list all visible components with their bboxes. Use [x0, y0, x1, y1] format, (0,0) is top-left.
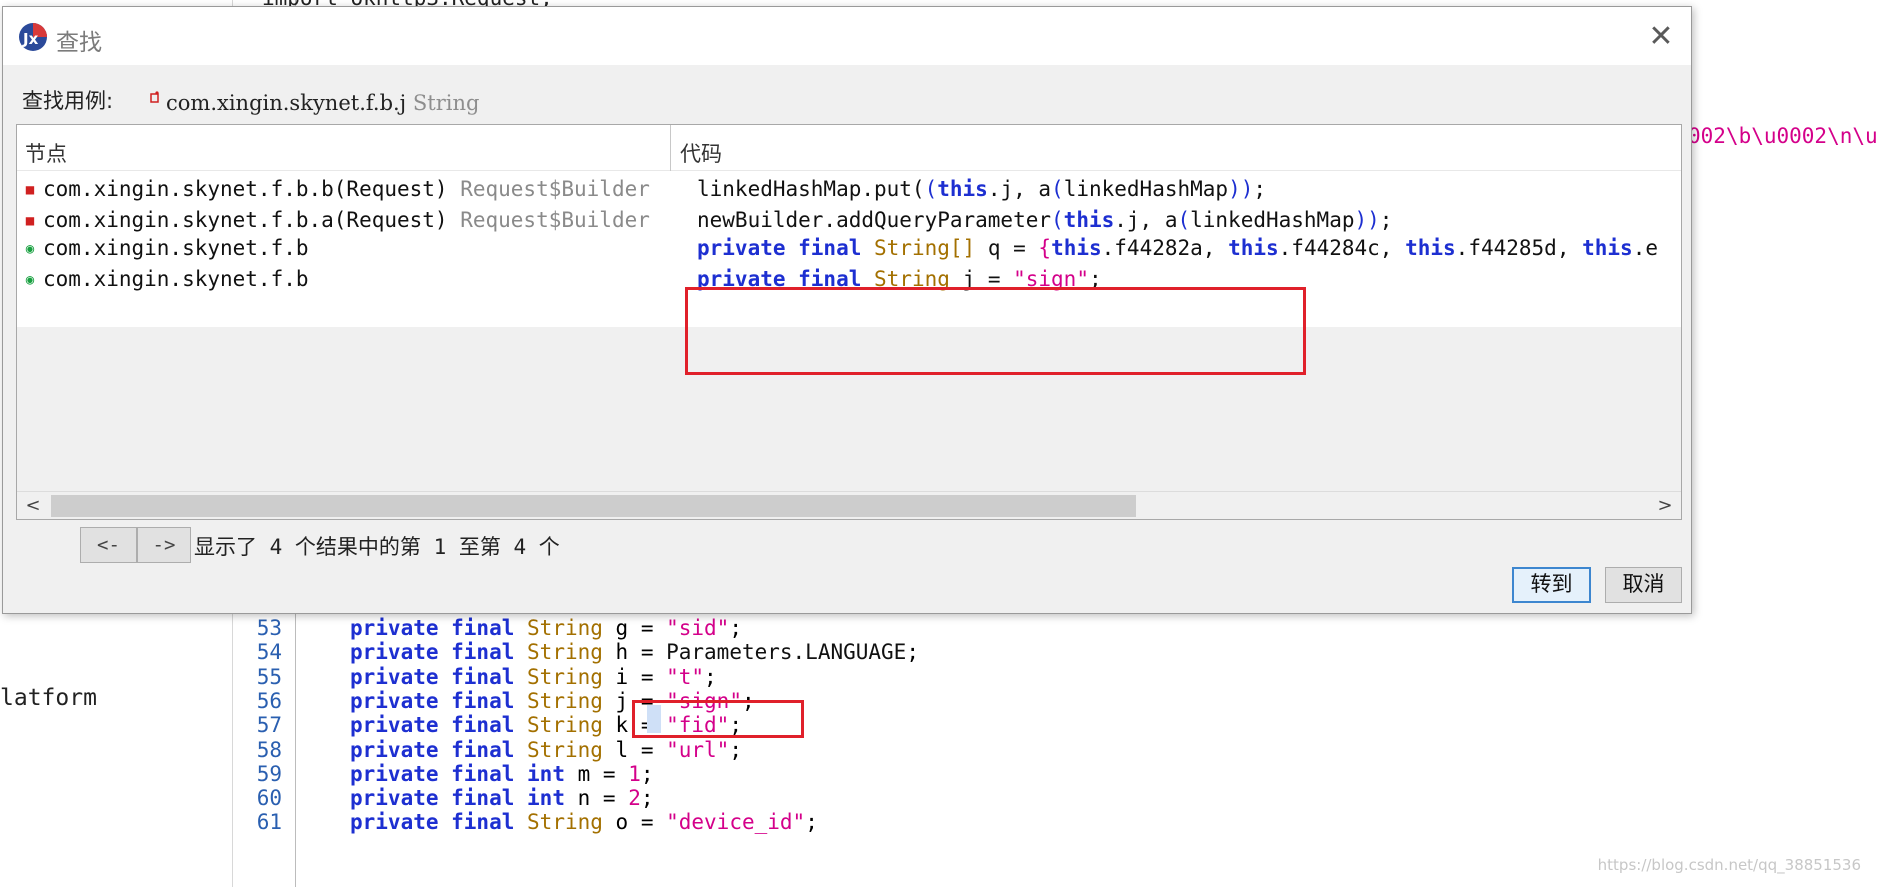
result-node: ◉ com.xingin.skynet.f.b: [21, 261, 309, 298]
column-header-code[interactable]: 代码: [680, 138, 722, 168]
horizontal-scrollbar[interactable]: < >: [17, 491, 1681, 519]
sidebar-item-fragment[interactable]: latform: [0, 685, 97, 711]
jadx-app-icon: Jx: [19, 23, 47, 51]
scroll-left-arrow[interactable]: <: [23, 494, 43, 518]
close-button[interactable]: ✕: [1641, 17, 1681, 57]
next-page-button[interactable]: ->: [137, 527, 191, 563]
result-node-name: com.xingin.skynet.f.b.a(Request): [43, 208, 448, 232]
class-icon: ◉: [25, 271, 35, 288]
result-node-name: com.xingin.skynet.f.b: [43, 236, 309, 260]
usage-label: 查找用例:: [22, 89, 114, 113]
results-status: 显示了 4 个结果中的第 1 至第 4 个: [194, 535, 560, 559]
result-node-name: com.xingin.skynet.f.b: [43, 267, 309, 291]
cancel-button[interactable]: 取消: [1605, 567, 1682, 603]
dialog-titlebar[interactable]: Jx 查找 ✕: [3, 7, 1691, 65]
annotation-box-code-lines: [685, 287, 1306, 375]
result-return-type: Request$Builder: [447, 208, 650, 232]
find-usages-dialog: Jx 查找 ✕ 查找用例: com.xingin.skynet.f.b.j St…: [2, 6, 1692, 614]
previous-page-button[interactable]: <-: [80, 527, 137, 563]
watermark: https://blog.csdn.net/qq_38851536: [1597, 856, 1861, 874]
results-table: 节点 代码 ■ com.xingin.skynet.f.b.b(Request) …: [16, 124, 1682, 520]
editor-line[interactable]: 61 private final String o = "device_id";: [257, 808, 1762, 837]
code-text: private final String o = "device_id";: [350, 810, 818, 835]
field-icon: [150, 91, 159, 103]
scrollbar-thumb[interactable]: [51, 495, 1136, 517]
editor-string-fragment: 002\b\u0002\n\u: [1688, 124, 1878, 148]
results-header: 节点 代码: [17, 125, 1681, 171]
usage-target-name: com.xingin.skynet.f.b.j: [166, 91, 407, 115]
scroll-right-arrow[interactable]: >: [1655, 494, 1675, 518]
usage-target-type: String: [412, 91, 480, 115]
goto-button[interactable]: 转到: [1512, 567, 1591, 603]
line-number: 61: [256, 810, 282, 835]
column-header-node[interactable]: 节点: [25, 138, 67, 168]
result-node-name: com.xingin.skynet.f.b.b(Request): [43, 177, 448, 201]
usage-target: com.xingin.skynet.f.b.j String: [166, 91, 479, 115]
svg-text:Jx: Jx: [22, 30, 39, 48]
dialog-title: 查找: [56, 30, 102, 56]
result-return-type: Request$Builder: [447, 177, 650, 201]
annotation-box-sign-field: [632, 700, 804, 738]
